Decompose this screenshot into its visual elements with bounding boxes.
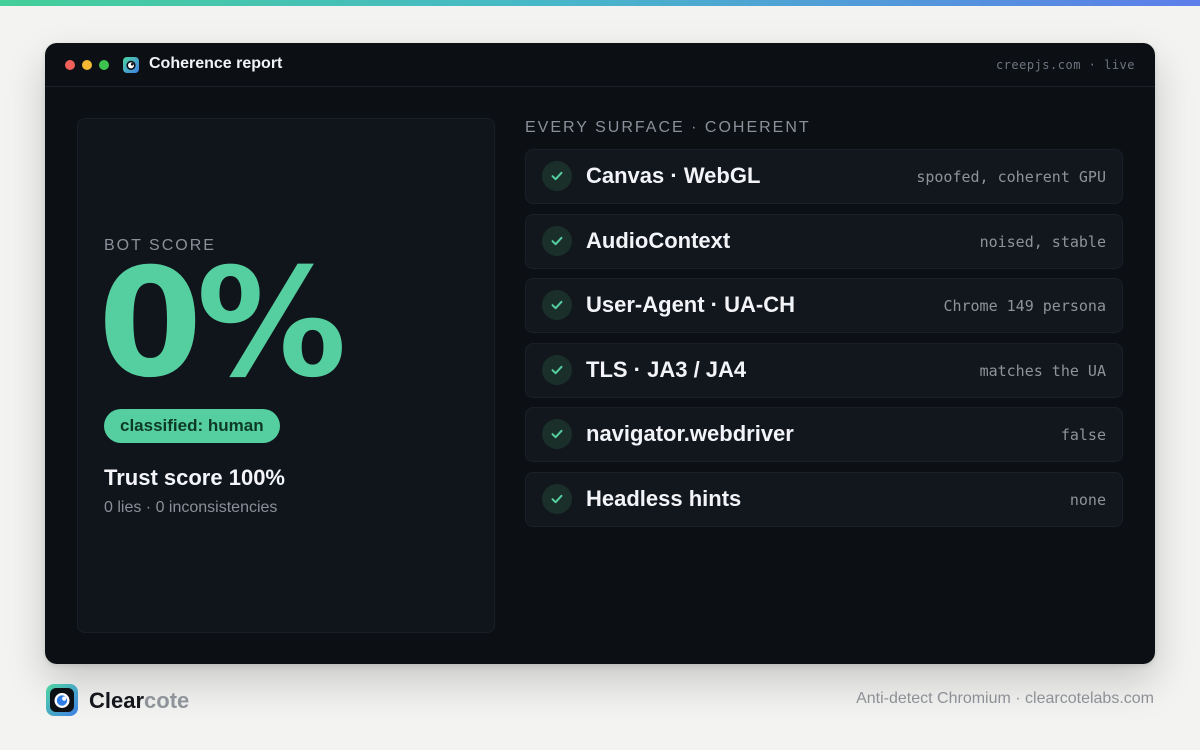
surface-row-canvas-webgl: Canvas · WebGL spoofed, coherent GPU xyxy=(525,149,1123,204)
surface-row-headless: Headless hints none xyxy=(525,471,1123,527)
brand-wordmark: Clearcote xyxy=(89,688,189,714)
surface-status: noised, stable xyxy=(979,232,1106,251)
surface-name: AudioContext xyxy=(586,227,731,253)
footer-tagline: Anti-detect Chromium · clearcotelabs.com xyxy=(856,690,1154,707)
check-icon xyxy=(542,354,572,385)
surface-row-audiocontext: AudioContext noised, stable xyxy=(525,213,1123,269)
source-label: creepjs.com · live xyxy=(995,58,1135,72)
close-window-button[interactable] xyxy=(65,60,75,70)
surfaces-heading: EVERY SURFACE · COHERENT xyxy=(525,119,811,136)
classification-badge: classified: human xyxy=(104,409,280,443)
report-window: Coherence report creepjs.com · live BOT … xyxy=(45,43,1155,664)
trust-score: Trust score 100% xyxy=(104,465,285,490)
check-icon xyxy=(542,419,572,450)
surface-name: navigator.webdriver xyxy=(586,421,794,447)
bot-score-value: 0% xyxy=(98,237,347,411)
surface-name: TLS · JA3 / JA4 xyxy=(586,356,747,382)
bot-score-panel: BOT SCORE 0% classified: human Trust sco… xyxy=(77,118,495,633)
check-icon xyxy=(542,483,572,514)
surface-row-webdriver: navigator.webdriver false xyxy=(525,407,1123,463)
surface-name: Headless hints xyxy=(586,485,742,511)
surface-status: matches the UA xyxy=(979,361,1106,380)
brand-part-cote: cote xyxy=(144,688,190,713)
lies-summary: 0 lies · 0 inconsistencies xyxy=(104,499,278,516)
surface-status: false xyxy=(1060,426,1106,445)
surface-name: Canvas · WebGL xyxy=(586,163,761,188)
check-icon xyxy=(542,225,572,256)
window-title: Coherence report xyxy=(149,55,283,72)
top-accent-strip xyxy=(0,0,1200,6)
surface-list: Canvas · WebGL spoofed, coherent GPU Aud… xyxy=(525,149,1123,537)
surface-row-tls: TLS · JA3 / JA4 matches the UA xyxy=(525,342,1123,398)
clearcote-logo-icon xyxy=(46,684,78,716)
window-titlebar: Coherence report creepjs.com · live xyxy=(45,43,1155,87)
minimize-window-button[interactable] xyxy=(82,60,92,70)
surface-status: spoofed, coherent GPU xyxy=(916,168,1106,186)
surface-status: Chrome 149 persona xyxy=(943,297,1106,316)
clearcote-logo-icon xyxy=(123,57,139,73)
check-icon xyxy=(542,161,572,191)
surface-row-user-agent: User-Agent · UA-CH Chrome 149 persona xyxy=(525,278,1123,334)
surface-name: User-Agent · UA-CH xyxy=(586,292,795,318)
maximize-window-button[interactable] xyxy=(99,60,109,70)
surface-status: none xyxy=(1069,490,1106,509)
brand-part-clear: Clear xyxy=(89,688,145,713)
check-icon xyxy=(542,290,572,321)
